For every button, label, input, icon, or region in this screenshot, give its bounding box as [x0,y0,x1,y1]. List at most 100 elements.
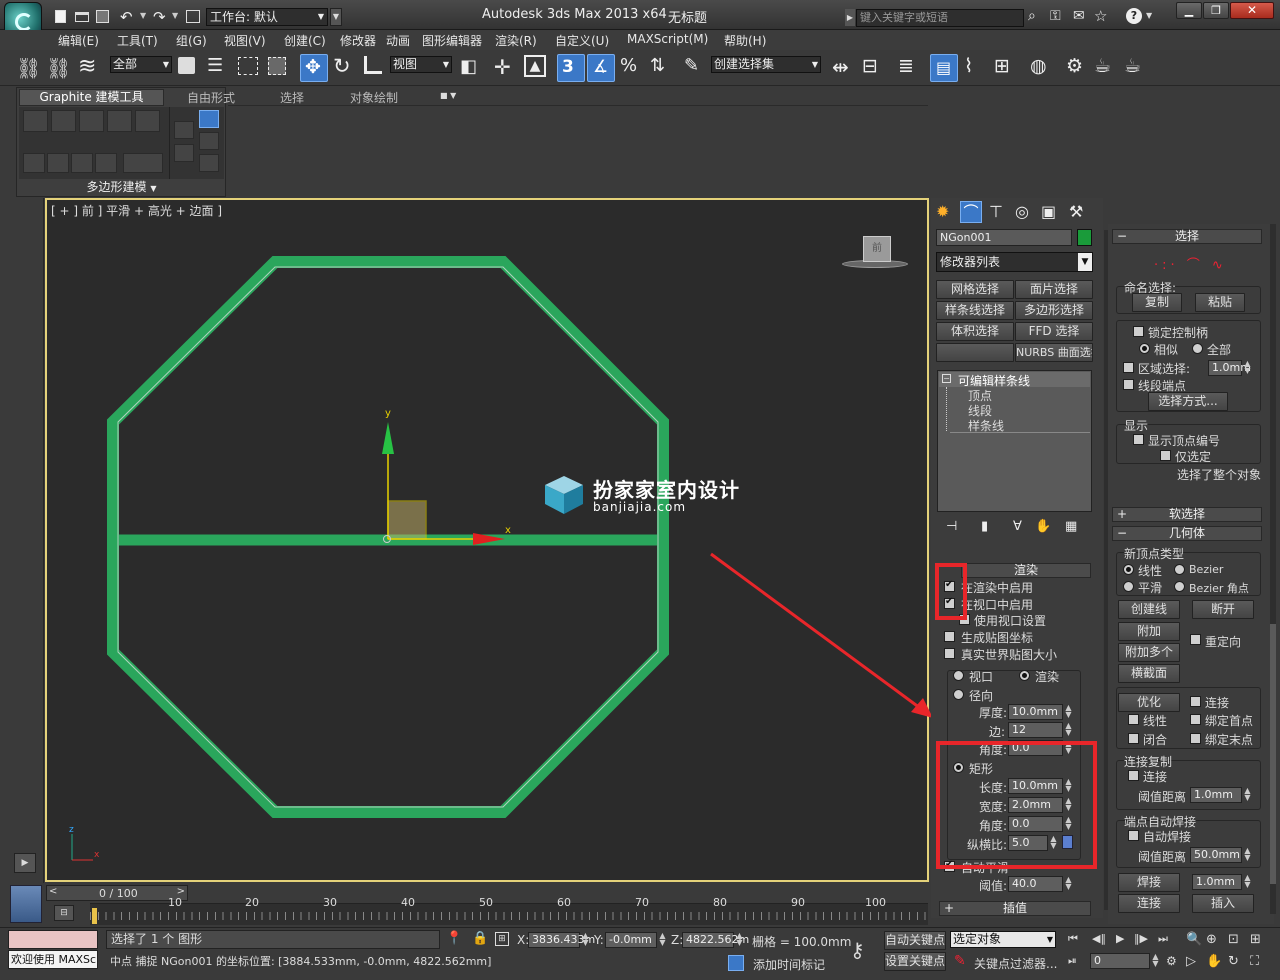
menu-modifiers[interactable]: 修改器 [340,32,376,49]
help-icon[interactable]: ? [1126,8,1142,24]
window-crossing-icon[interactable] [268,57,286,75]
ribbon-tool-icon[interactable] [95,153,117,173]
zoom-icon[interactable]: 🔍 [1186,932,1202,947]
mirror-icon[interactable]: ⇹ [832,55,849,79]
menu-edit[interactable]: 编辑(E) [58,32,99,49]
scrollbar-thumb[interactable] [1270,624,1276,884]
named-selection-dropdown[interactable]: 创建选择集 ▼ [711,56,821,73]
spinner-arrows-icon[interactable]: ▲ ▼ [1064,876,1073,892]
track-bar[interactable]: 10 20 30 40 50 60 70 80 90 100 [90,896,928,925]
threshold-spinner[interactable]: 40.0 [1008,876,1063,892]
play-icon[interactable]: ▶ [1116,932,1124,945]
ribbon-tab-freeform[interactable]: 自由形式 [187,89,235,106]
maxscript-listener-pink[interactable] [8,930,98,949]
close-button[interactable]: ✕ [1230,2,1274,19]
edit-named-sel-icon[interactable]: ✎ [684,55,699,76]
thickness-spinner[interactable]: 10.0mm [1008,704,1063,720]
paste-button[interactable]: 粘贴 [1195,293,1245,312]
communication-icon[interactable]: ✉ [1073,8,1085,24]
selection-filter-dropdown[interactable]: 全部 ▼ [110,56,172,73]
ribbon-tool-icon[interactable] [174,121,194,139]
selection-rollout-header[interactable]: − 选择 [1112,229,1262,244]
spinner-snap-icon[interactable]: ⇅ [650,55,665,76]
ribbon-tool-icon[interactable] [199,110,219,128]
remove-modifier-icon[interactable]: ✋ [1035,519,1051,534]
spinner-arrows-icon[interactable]: ▲ ▼ [1243,787,1252,803]
copy-button[interactable]: 复制 [1132,293,1182,312]
menu-create[interactable]: 创建(C) [284,32,326,49]
spinner-arrows-icon[interactable]: ▲ ▼ [658,932,667,948]
save-file-icon[interactable] [96,10,109,23]
help-dropdown-icon[interactable]: ▼ [1146,11,1152,20]
collapse-icon[interactable]: − [942,374,951,383]
ribbon-tool-icon[interactable] [107,110,132,132]
binoculars-icon[interactable]: ⌕ [1028,8,1036,24]
search-input[interactable]: 键入关键字或短语 [856,9,1024,27]
add-time-tag-label[interactable]: 添加时间标记 [753,956,825,973]
render-radio[interactable] [1019,670,1030,681]
graphite-toggle-button[interactable]: ▤ [930,54,958,82]
gen-mapping-coords-checkbox[interactable] [944,631,955,642]
keyboard-shortcut-override-icon[interactable]: ▲ [524,55,546,77]
absolute-mode-icon[interactable]: ⊞ [495,932,509,946]
key-filters-label[interactable]: 关键点过滤器... [974,955,1057,972]
selection-lock-icon[interactable]: 🔒 [472,931,488,946]
time-slider[interactable]: < 0 / 100 > [46,885,188,901]
minilistener-icon[interactable] [10,885,42,923]
spinner-arrows-icon[interactable]: ▲ ▼ [1151,953,1160,969]
configure-sets-icon[interactable]: ▦ [1065,519,1077,534]
object-color-swatch[interactable] [1077,229,1092,246]
menu-maxscript[interactable]: MAXScript(M) [627,32,708,46]
undo-dropdown-icon[interactable]: ▼ [140,11,146,20]
ribbon-tool-icon[interactable] [71,153,93,173]
selected-only-checkbox[interactable] [1160,450,1171,461]
mesh-select-button[interactable]: 网格选择 [936,280,1014,299]
geometry-rollout-header[interactable]: − 几何体 [1112,526,1262,541]
ribbon-tool-icon[interactable] [174,144,194,162]
render-rollout-header[interactable]: 渲染 [961,563,1091,578]
pin-stack-icon[interactable]: ⊣ [946,519,957,534]
radial-radio[interactable] [953,689,964,700]
percent-snap-icon[interactable]: % [620,55,637,76]
ribbon-tab-object-paint[interactable]: 对象绘制 [350,89,398,106]
isolate-icon[interactable]: 📍 [446,931,462,946]
select-by-button[interactable]: 选择方式... [1148,392,1228,411]
alike-radio[interactable] [1139,343,1150,354]
maximize-viewport-icon[interactable]: ⛶ [1250,954,1259,969]
utilities-tab-icon[interactable]: ⚒ [1069,202,1083,221]
spline-select-button[interactable]: 样条线选择 [936,301,1014,320]
material-editor-icon[interactable]: ◍ [1030,55,1047,77]
next-frame-icon[interactable]: ‖▶ [1134,932,1148,945]
threshold-distance-spinner[interactable]: 1.0mm [1190,787,1242,803]
cross-section-button[interactable]: 横截面 [1118,664,1180,683]
poly-select-button[interactable]: 多边形选择 [1015,301,1093,320]
real-world-map-checkbox[interactable] [944,648,955,659]
zoom-extents-icon[interactable]: ⊡ [1228,932,1239,947]
display-tab-icon[interactable]: ▣ [1041,202,1056,221]
segment-end-checkbox[interactable] [1123,379,1134,390]
lock-handles-checkbox[interactable] [1133,326,1144,337]
linear-checkbox[interactable] [1128,714,1139,725]
rect-selection-region-icon[interactable] [238,57,258,75]
workspace-dropdown[interactable]: 工作台: 默认 ▼ [206,8,328,26]
area-selection-checkbox[interactable] [1123,362,1134,373]
attach-button[interactable]: 附加 [1118,622,1180,641]
sides-spinner[interactable]: 12 [1008,722,1063,738]
patch-select-button[interactable]: 面片选择 [1015,280,1093,299]
connect-button[interactable]: 连接 [1118,894,1180,913]
sub-object-icons[interactable]: ·:· ⌒ ∿ [1154,254,1227,273]
modifier-stack[interactable]: − 可编辑样条线 顶点 线段 样条线 [937,370,1092,512]
all-radio[interactable] [1192,343,1203,354]
angle-snap-button[interactable]: ∡ [587,54,615,82]
create-line-button[interactable]: 创建线 [1118,600,1180,619]
undo-icon[interactable]: ↶ [120,8,133,26]
nurbs-surface-select-button[interactable]: NURBS 曲面选择 [1015,343,1093,362]
spinner-arrows-icon[interactable]: ▲ ▼ [1243,847,1252,863]
go-to-end-icon[interactable]: ⏭ [1158,932,1168,946]
closed-checkbox[interactable] [1128,733,1139,744]
stack-item-editable-spline[interactable]: − 可编辑样条线 [939,372,1090,388]
maxscript-welcome-text[interactable]: 欢迎使用 MAXSc [8,950,98,969]
select-and-move-button[interactable]: ✥ [300,54,328,82]
hierarchy-tab-icon[interactable]: ⊤ [989,202,1003,221]
menu-animation[interactable]: 动画 [386,32,410,49]
